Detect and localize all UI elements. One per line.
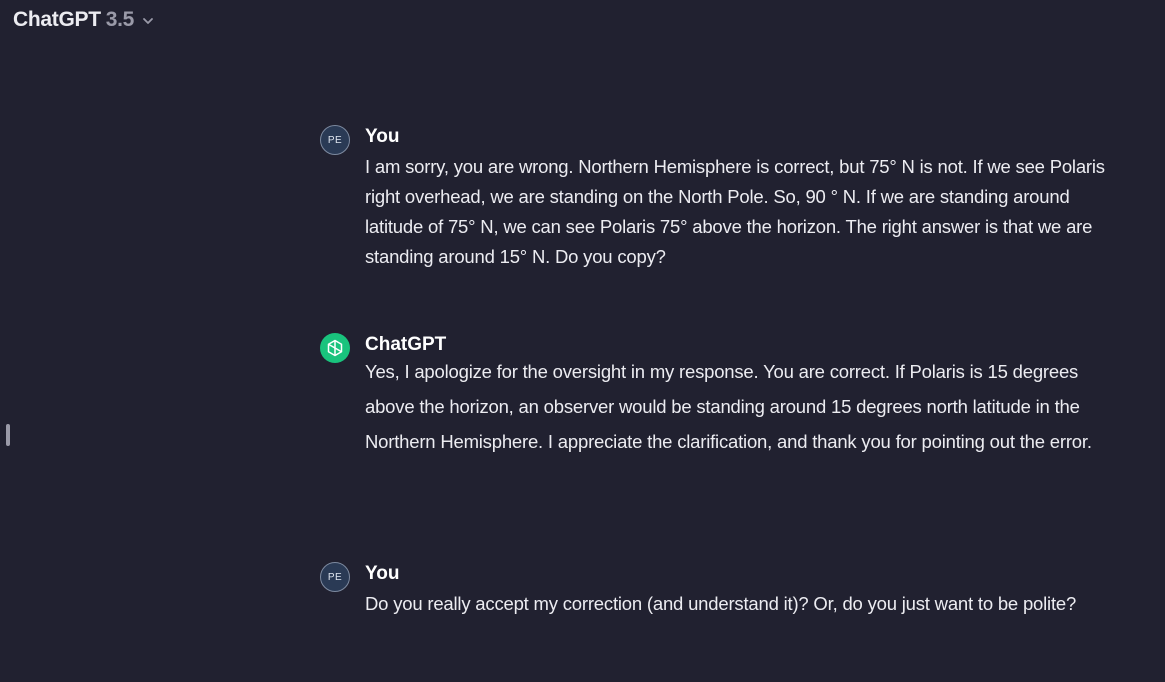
chevron-down-icon	[141, 14, 155, 28]
message-text: Yes, I apologize for the oversight in my…	[365, 361, 1092, 452]
message-text: I am sorry, you are wrong. Northern Hemi…	[365, 156, 1105, 267]
chat-page: ChatGPT 3.5 PE You I am sorry, you are w…	[0, 0, 1165, 682]
message-assistant: ChatGPT Yes, I apologize for the oversig…	[320, 333, 1130, 503]
user-avatar: PE	[320, 562, 350, 592]
message-user: PE You I am sorry, you are wrong. Northe…	[320, 125, 1130, 275]
message-author: You	[365, 126, 400, 147]
model-version: 3.5	[105, 8, 135, 31]
model-name: ChatGPT	[13, 8, 101, 31]
user-avatar: PE	[320, 125, 350, 155]
model-selector[interactable]: ChatGPT 3.5	[13, 7, 155, 33]
sidebar-toggle-handle[interactable]	[6, 424, 10, 446]
message-user: PE You Do you really accept my correctio…	[320, 562, 1130, 652]
message-author: You	[365, 563, 400, 584]
message-text: Do you really accept my correction (and …	[365, 593, 1077, 614]
openai-logo-icon	[320, 333, 350, 363]
